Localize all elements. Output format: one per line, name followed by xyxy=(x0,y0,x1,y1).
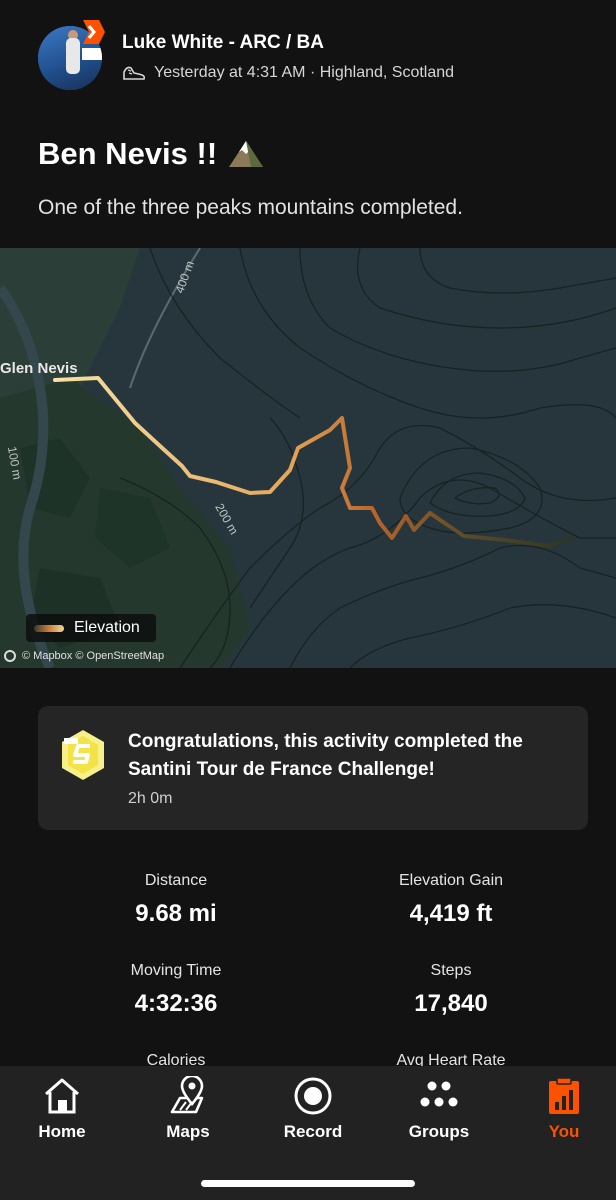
challenge-achievement-card[interactable]: Congratulations, this activity completed… xyxy=(38,706,588,830)
you-icon xyxy=(549,1077,579,1114)
map-place-label: Glen Nevis xyxy=(0,360,78,377)
stat-distance: Distance 9.68 mi xyxy=(56,872,296,928)
tab-label: Home xyxy=(38,1122,86,1141)
mapbox-logo-icon xyxy=(4,650,16,662)
tab-label: Record xyxy=(283,1122,343,1141)
tab-label: You xyxy=(548,1122,580,1141)
activity-title[interactable]: Ben Nevis !! xyxy=(38,136,265,172)
map-attribution[interactable]: © Mapbox © OpenStreetMap xyxy=(4,650,164,662)
map-attribution-text: © Mapbox © OpenStreetMap xyxy=(22,650,165,662)
tab-label: Groups xyxy=(408,1122,470,1141)
activity-header: Luke White - ARC / BA Yesterday at 4:31 … xyxy=(0,0,616,248)
elevation-legend: Elevation xyxy=(26,614,156,642)
challenge-title: Congratulations, this activity completed… xyxy=(128,731,523,780)
map-canvas xyxy=(0,248,616,668)
route-map[interactable]: Glen Nevis 400 m 100 m 200 m xyxy=(0,248,616,668)
avatar-runner xyxy=(66,38,80,74)
activity-timestamp-location: Yesterday at 4:31 AM · Highland, Scotlan… xyxy=(154,64,455,81)
stat-label: Steps xyxy=(430,962,472,979)
author-name[interactable]: Luke White - ARC / BA xyxy=(122,32,324,54)
groups-icon xyxy=(420,1081,458,1107)
tab-you[interactable]: You xyxy=(509,1076,616,1142)
avatar-sign xyxy=(82,48,102,60)
map-icon xyxy=(170,1076,204,1114)
stat-value: 4:32:36 xyxy=(134,990,218,1017)
tab-label: Maps xyxy=(166,1122,210,1141)
elevation-legend-label: Elevation xyxy=(74,619,140,636)
activity-meta: Yesterday at 4:31 AM · Highland, Scotlan… xyxy=(122,64,454,82)
activity-description: One of the three peaks mountains complet… xyxy=(38,196,463,219)
record-icon xyxy=(294,1077,332,1115)
subscriber-badge-icon xyxy=(83,20,105,44)
tab-record[interactable]: Record xyxy=(258,1076,368,1142)
challenge-badge-icon xyxy=(62,730,104,780)
activity-title-text: Ben Nevis !! xyxy=(38,136,218,171)
stat-label: Distance xyxy=(144,872,208,889)
stat-elevation-gain: Elevation Gain 4,419 ft xyxy=(331,872,571,928)
shoe-icon xyxy=(123,66,146,80)
tab-home[interactable]: Home xyxy=(7,1076,117,1142)
stat-steps: Steps 17,840 xyxy=(331,962,571,1018)
elevation-gradient-bar xyxy=(34,624,64,632)
mountain-emoji-icon xyxy=(229,141,264,167)
tab-groups[interactable]: Groups xyxy=(384,1076,494,1142)
challenge-duration: 2h 0m xyxy=(128,790,173,807)
stat-label: Elevation Gain xyxy=(398,872,504,889)
stat-value: 17,840 xyxy=(414,990,488,1017)
stat-value: 9.68 mi xyxy=(135,900,217,927)
home-icon xyxy=(45,1078,79,1114)
stat-moving-time: Moving Time 4:32:36 xyxy=(56,962,296,1018)
home-indicator[interactable] xyxy=(201,1180,415,1187)
stat-label: Moving Time xyxy=(130,962,222,979)
tab-maps[interactable]: Maps xyxy=(133,1076,243,1142)
stat-value: 4,419 ft xyxy=(409,900,493,927)
